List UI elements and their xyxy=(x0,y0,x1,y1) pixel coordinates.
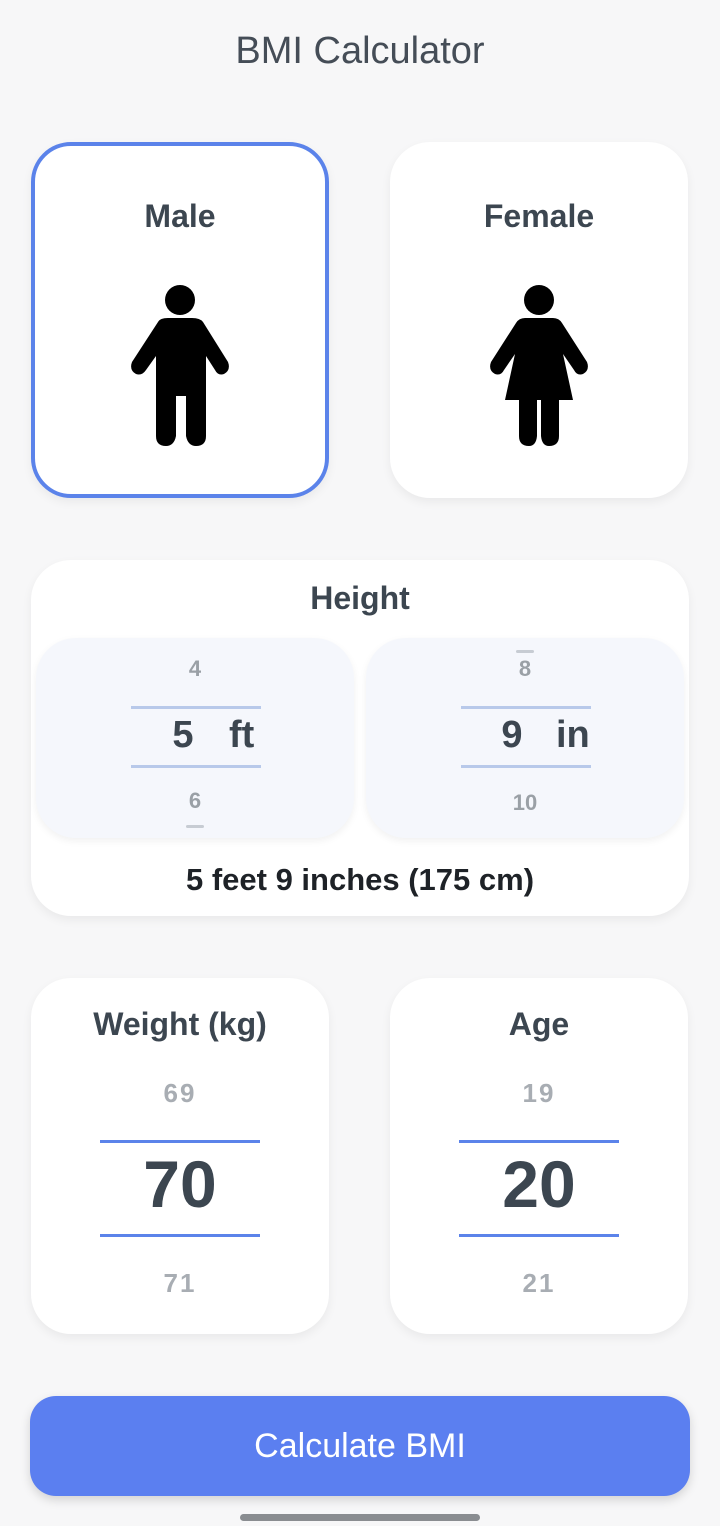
gender-label-male: Male xyxy=(144,198,216,234)
picker-scroll-edge xyxy=(186,825,204,828)
male-person-icon xyxy=(131,285,229,446)
gender-card-male[interactable]: Male xyxy=(31,142,329,498)
female-person-icon xyxy=(490,285,588,446)
age-card[interactable]: Age 19 20 21 xyxy=(390,978,688,1334)
feet-next-value[interactable]: 6 xyxy=(36,788,354,814)
inches-current-value: 9 xyxy=(501,714,523,756)
age-prev-value[interactable]: 19 xyxy=(390,1078,688,1109)
calculate-bmi-button[interactable]: Calculate BMI xyxy=(30,1396,690,1496)
age-title: Age xyxy=(508,1006,570,1042)
picker-line-bottom xyxy=(461,765,591,768)
home-indicator[interactable] xyxy=(240,1514,480,1521)
height-title: Height xyxy=(310,580,410,616)
gender-label-female: Female xyxy=(483,198,595,234)
picker-line-top xyxy=(131,706,261,709)
feet-current-value: 5 xyxy=(172,714,194,756)
weight-next-value[interactable]: 71 xyxy=(31,1268,329,1299)
inches-next-value[interactable]: 10 xyxy=(366,790,684,816)
page-title: BMI Calculator xyxy=(235,30,485,72)
gender-card-female[interactable]: Female xyxy=(390,142,688,498)
height-summary: 5 feet 9 inches (175 cm) xyxy=(185,862,535,897)
weight-prev-value[interactable]: 69 xyxy=(31,1078,329,1109)
weight-title: Weight (kg) xyxy=(93,1006,267,1042)
picker-line-top xyxy=(100,1140,260,1143)
feet-prev-value[interactable]: 4 xyxy=(36,656,354,682)
picker-line-top xyxy=(461,706,591,709)
inches-prev-value[interactable]: 8 xyxy=(366,656,684,682)
age-current-value: 20 xyxy=(502,1147,576,1221)
age-next-value[interactable]: 21 xyxy=(390,1268,688,1299)
picker-line-top xyxy=(459,1140,619,1143)
inches-unit: in xyxy=(556,714,590,756)
bmi-app: BMI Calculator Male Female Height 4 5 ft… xyxy=(0,0,720,1526)
height-feet-picker[interactable]: 4 5 ft 6 xyxy=(36,638,354,838)
weight-current-value: 70 xyxy=(143,1147,217,1221)
height-card: Height 4 5 ft 6 8 9 in 10 5 feet 9 inche… xyxy=(31,560,689,916)
height-inches-picker[interactable]: 8 9 in 10 xyxy=(366,638,684,838)
picker-scroll-edge xyxy=(516,650,534,653)
picker-line-bottom xyxy=(131,765,261,768)
picker-line-bottom xyxy=(100,1234,260,1237)
weight-card[interactable]: Weight (kg) 69 70 71 xyxy=(31,978,329,1334)
picker-line-bottom xyxy=(459,1234,619,1237)
feet-unit: ft xyxy=(229,714,255,756)
